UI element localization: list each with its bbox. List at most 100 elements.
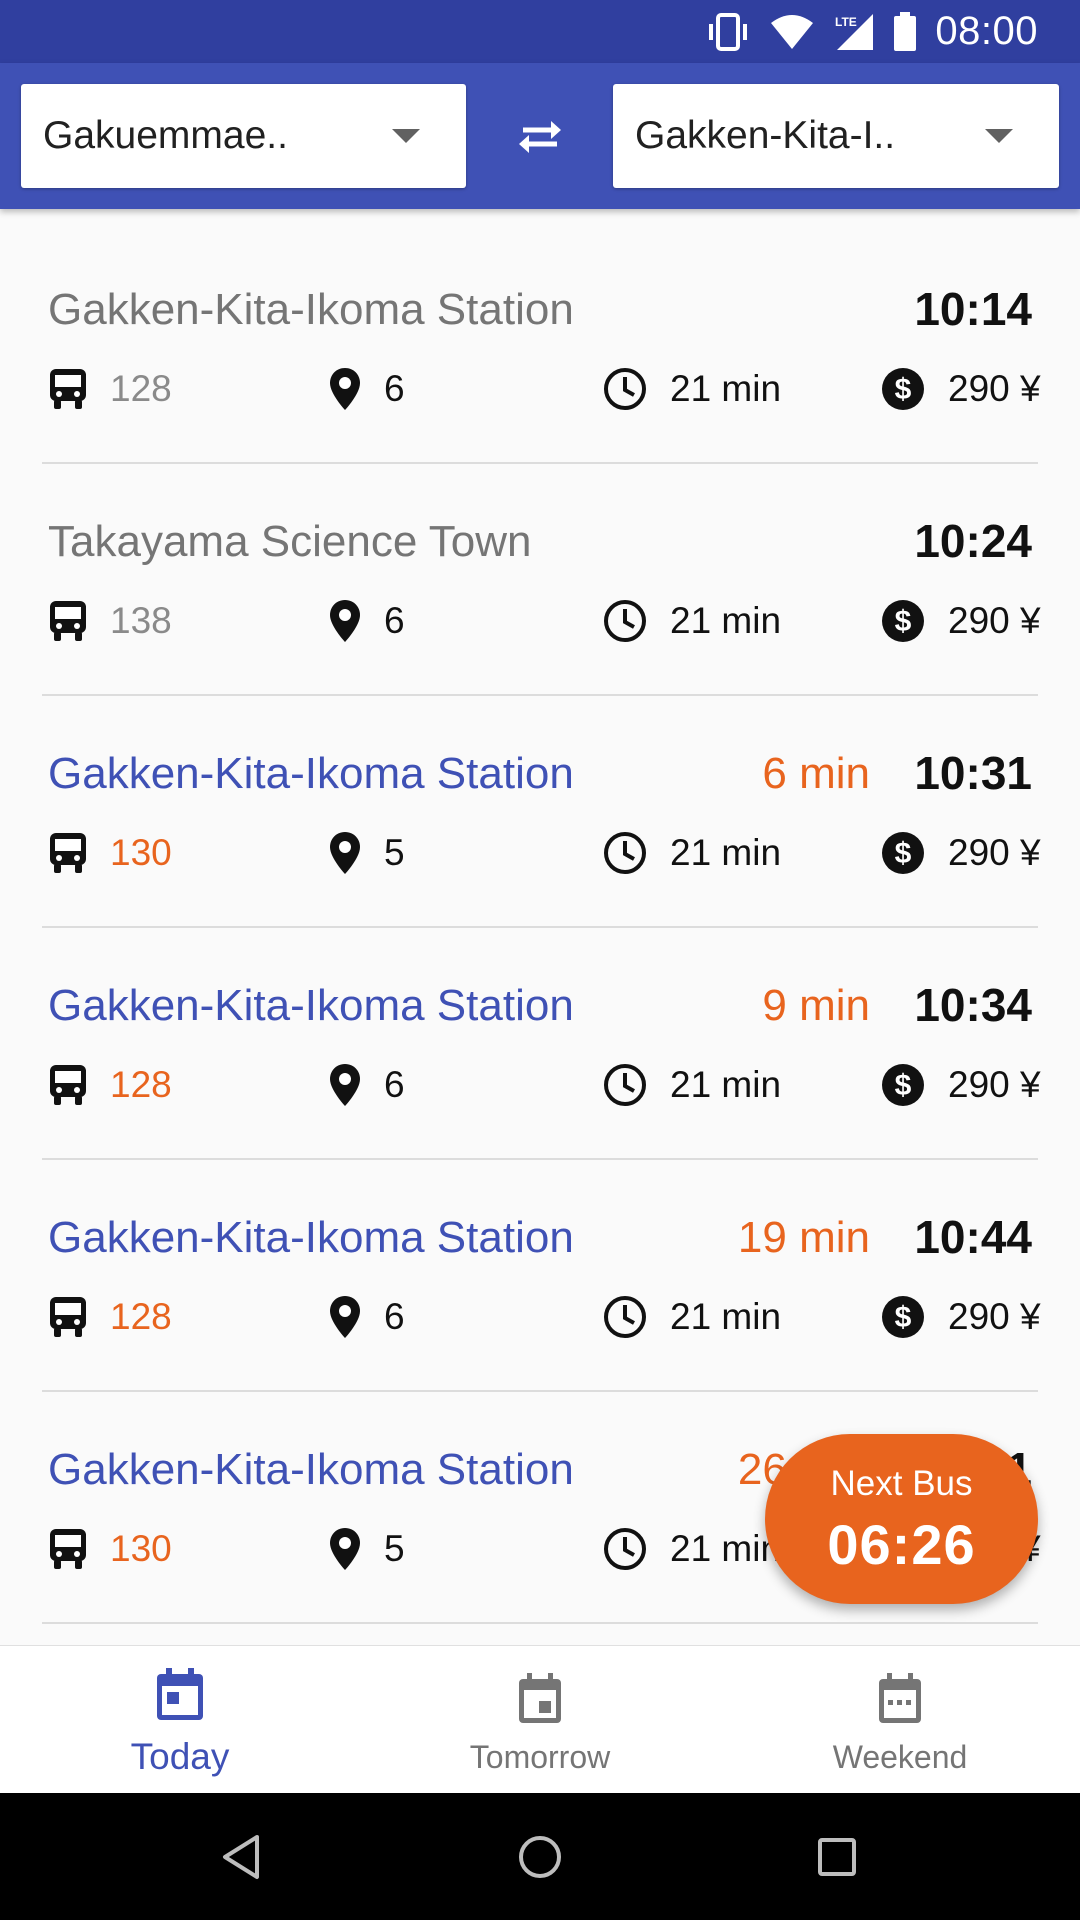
fare-dollar-icon: $ (882, 832, 924, 874)
location-pin-icon (330, 1296, 360, 1338)
fare-dollar-icon: $ (882, 368, 924, 410)
duration-info: 21 min (602, 1524, 781, 1574)
stop-count: 5 (384, 1528, 405, 1569)
status-bar: LTE 08:00 (0, 0, 1080, 63)
departure-time: 10:44 (914, 1211, 1032, 1263)
calendar-today-icon (157, 1668, 203, 1720)
status-time: 08:00 (935, 9, 1038, 53)
departures-list[interactable]: Gakken-Kita-Ikoma Station 10:14 128 6 21 min… (0, 209, 1080, 1645)
route-number: 128 (110, 1296, 172, 1337)
fare-amount: 290 ¥ (948, 1064, 1041, 1105)
clock-icon (604, 832, 646, 874)
minutes-until-label: 6 min (762, 749, 870, 798)
fare-dollar-icon: $ (882, 1064, 924, 1106)
battery-icon (894, 11, 917, 51)
fare-amount: 290 ¥ (948, 1296, 1041, 1337)
bus-icon (50, 1065, 86, 1105)
fare-info: $290 ¥ (880, 1060, 1041, 1110)
duration-info: 21 min (602, 1292, 781, 1342)
swap-horiz-icon (519, 121, 561, 153)
trip-duration: 21 min (670, 1064, 782, 1105)
route-toolbar: Gakuemmae.. Gakken-Kita-I.. (0, 63, 1080, 209)
departure-row[interactable]: Takayama Science Town 10:24 138 6 21 min $290… (42, 464, 1041, 696)
stop-count: 6 (384, 1064, 405, 1105)
bottom-navigation: Today Tomorrow Weekend (0, 1645, 1080, 1793)
location-pin-icon (330, 368, 360, 410)
to-stop-dropdown[interactable]: Gakken-Kita-I.. (613, 84, 1059, 188)
from-stop-value: Gakuemmae.. (43, 114, 288, 157)
clock-icon (604, 600, 646, 642)
location-pin-icon (330, 1528, 360, 1570)
fare-info: $290 ¥ (880, 828, 1041, 878)
trip-duration: 21 min (670, 1296, 782, 1337)
destination-label: Takayama Science Town (48, 517, 532, 566)
fare-amount: 290 ¥ (948, 600, 1041, 641)
departure-row[interactable]: Gakken-Kita-Ikoma Station 19 min 10:44 128 6… (42, 1160, 1041, 1392)
clock-icon (604, 368, 646, 410)
wifi-icon (771, 14, 814, 49)
destination-label: Gakken-Kita-Ikoma Station (48, 1445, 574, 1494)
route-info: 128 (48, 1060, 172, 1110)
route-info: 130 (48, 1524, 172, 1574)
route-info: 128 (48, 364, 172, 414)
route-number: 128 (110, 368, 172, 409)
trip-duration: 21 min (670, 368, 782, 409)
fare-dollar-icon: $ (882, 600, 924, 642)
tab-tomorrow[interactable]: Tomorrow (360, 1646, 720, 1793)
departure-row[interactable]: Gakken-Kita-Ikoma Station 9 min 10:34 128 6 2… (42, 928, 1041, 1160)
bus-icon (50, 1529, 86, 1569)
system-navigation-bar (0, 1793, 1080, 1920)
route-number: 138 (110, 600, 172, 641)
fare-amount: 290 ¥ (948, 832, 1041, 873)
stops-info: 5 (328, 1524, 405, 1574)
destination-label: Gakken-Kita-Ikoma Station (48, 749, 574, 798)
svg-text:$: $ (895, 605, 912, 638)
fare-info: $290 ¥ (880, 364, 1041, 414)
back-triangle-icon (223, 1835, 259, 1879)
next-bus-button[interactable]: Next Bus 06:26 (765, 1434, 1038, 1604)
fare-info: $290 ¥ (880, 1292, 1041, 1342)
chevron-down-icon (392, 129, 420, 143)
tab-today-label: Today (130, 1736, 230, 1777)
stops-info: 6 (328, 364, 405, 414)
recents-button[interactable] (805, 1825, 869, 1889)
bus-icon (50, 1297, 86, 1337)
back-button[interactable] (209, 1825, 273, 1889)
calendar-event-icon (519, 1673, 561, 1723)
bus-icon (50, 369, 86, 409)
swap-stops-button[interactable] (500, 105, 580, 167)
calendar-week-icon (879, 1673, 921, 1723)
vibrate-icon (709, 12, 748, 51)
clock-icon (604, 1296, 646, 1338)
stop-count: 6 (384, 368, 405, 409)
stop-count: 6 (384, 600, 405, 641)
duration-info: 21 min (602, 828, 781, 878)
lte-signal-icon: LTE (835, 13, 874, 50)
location-pin-icon (330, 600, 360, 642)
home-button[interactable] (508, 1825, 572, 1889)
tab-weekend[interactable]: Weekend (720, 1646, 1080, 1793)
svg-text:$: $ (895, 1301, 912, 1334)
route-number: 130 (110, 832, 172, 873)
departure-row[interactable]: Gakken-Kita-Ikoma Station 10:14 128 6 21 min… (42, 232, 1041, 464)
departure-row[interactable]: Gakken-Kita-Ikoma Station 6 min 10:31 130 5 2… (42, 696, 1041, 928)
from-stop-dropdown[interactable]: Gakuemmae.. (21, 84, 466, 188)
trip-duration: 21 min (670, 600, 782, 641)
destination-label: Gakken-Kita-Ikoma Station (48, 285, 574, 334)
to-stop-value: Gakken-Kita-I.. (635, 114, 896, 157)
chevron-down-icon (985, 129, 1013, 143)
duration-info: 21 min (602, 1060, 781, 1110)
route-number: 128 (110, 1064, 172, 1105)
lte-label: LTE (835, 15, 857, 29)
departure-time: 10:24 (914, 515, 1032, 567)
clock-icon (604, 1528, 646, 1570)
destination-label: Gakken-Kita-Ikoma Station (48, 981, 574, 1030)
svg-text:$: $ (895, 837, 912, 870)
route-number: 130 (110, 1528, 172, 1569)
tab-today[interactable]: Today (0, 1646, 360, 1793)
duration-info: 21 min (602, 596, 781, 646)
status-icons: LTE 08:00 (705, 0, 1038, 63)
bus-icon (50, 601, 86, 641)
tab-tomorrow-label: Tomorrow (469, 1739, 611, 1775)
route-info: 130 (48, 828, 172, 878)
